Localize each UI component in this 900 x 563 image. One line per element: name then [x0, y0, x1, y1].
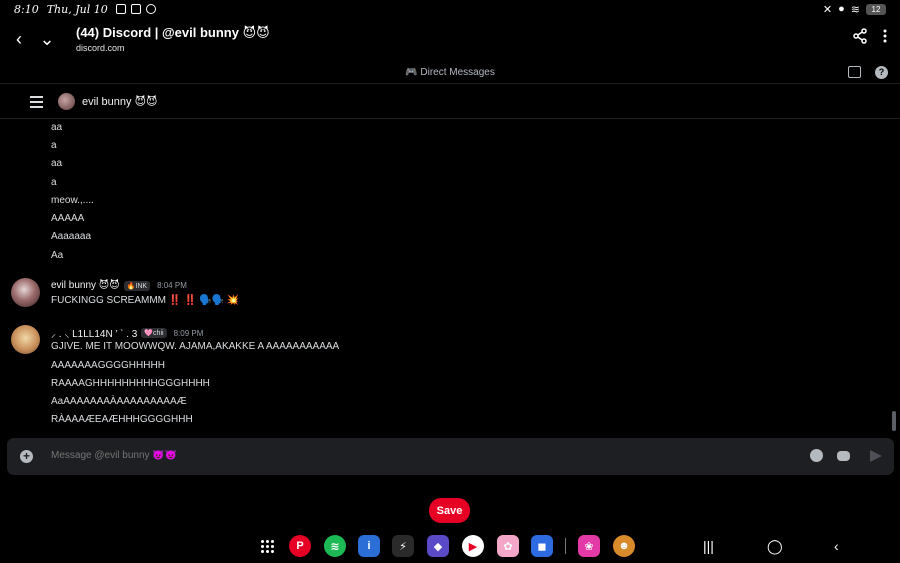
emoji-icon[interactable] [810, 449, 823, 462]
message-composer: + [7, 438, 894, 475]
app-drawer-icon[interactable] [261, 540, 274, 553]
inbox-icon[interactable] [848, 66, 861, 78]
dm-label-wrap[interactable]: 🎮 Direct Messages [0, 67, 900, 78]
status-date: Thu, Jul 10 [46, 2, 108, 16]
more-menu-icon[interactable] [882, 28, 888, 49]
message-line: aa [51, 158, 63, 169]
timestamp: 8:09 PM [173, 328, 204, 338]
username[interactable]: ⸝ . ⸜ L1LL14N ’ ˋ . 3 [51, 326, 137, 340]
avatar[interactable] [11, 325, 40, 354]
app-dock: P ≋ i ⚡ ◆ ▶ ✿ ◼ ❀ ☻ ||| ◯ ‹ [0, 530, 900, 563]
anime-app-icon[interactable]: ✿ [497, 535, 519, 557]
message-line: Aa [51, 250, 64, 261]
record-icon [145, 4, 156, 14]
message-line: AAAAA [51, 213, 85, 224]
message-line: Aaaaaaa [51, 231, 92, 242]
dm-label: Direct Messages [420, 67, 495, 78]
message-input[interactable] [51, 450, 611, 461]
message-text: RÀAAAÆEAÆHHHGGGGHHH [51, 414, 193, 425]
screenshot-icon [115, 4, 126, 14]
gamepad-icon[interactable] [837, 450, 850, 461]
message-text: GJIVE. ME IT MOOWWQW. AJAMA,AKAKKE A AAA… [51, 341, 340, 352]
battery-icon: 12 [866, 3, 886, 15]
header-actions [852, 28, 888, 49]
recent-apps-icon[interactable]: ||| [703, 538, 714, 554]
message-text: AaAAAAAAAÀAAAAAAAAAÆ [51, 396, 187, 407]
back-nav-icon[interactable]: ‹ [834, 538, 839, 554]
ai-app-icon[interactable]: ⚡ [392, 535, 414, 557]
avatar[interactable] [11, 278, 40, 307]
home-icon[interactable]: ◯ [767, 538, 783, 555]
dm-bar-actions: ? [848, 66, 888, 79]
roblox-icon[interactable]: ◼ [531, 535, 553, 557]
message-line: aa [51, 122, 63, 133]
channel-header: evil bunny 😈😈 [0, 85, 900, 119]
send-icon[interactable] [870, 449, 882, 462]
message-text: RAAAAGHHHHHHHHHGGGHHHH [51, 378, 210, 389]
username[interactable]: evil bunny 😈😈 [51, 280, 120, 291]
message-header: ⸝ . ⸜ L1LL14N ’ ˋ . 3 🩷chii 8:09 PM [51, 326, 203, 340]
message-line: a [51, 177, 57, 188]
browser-header: ‹ ⌄ (44) Discord | @evil bunny 😈😈 discor… [0, 18, 900, 62]
dock-separator [565, 538, 566, 554]
share-icon[interactable] [852, 28, 868, 49]
user-tag: 🩷chii [141, 328, 167, 338]
status-right: ✕ ● ≋ 12 [823, 3, 886, 16]
game-app-icon[interactable]: ◆ [427, 535, 449, 557]
scrollbar-thumb[interactable] [892, 411, 896, 431]
user-tag: 🔥INK [123, 280, 151, 291]
wifi-icon: ≋ [850, 3, 860, 16]
monkey-app-icon[interactable]: ☻ [613, 535, 635, 557]
message-header: evil bunny 😈😈 🔥INK 8:04 PM [51, 280, 187, 291]
mute-icon: ✕ [822, 3, 833, 16]
composer-actions [810, 449, 882, 462]
add-attachment-icon[interactable]: + [20, 450, 33, 463]
flower-app-icon[interactable]: ❀ [578, 535, 600, 557]
channel-name[interactable]: evil bunny 😈😈 [82, 95, 158, 108]
page-url[interactable]: discord.com [76, 43, 125, 53]
message-line: meow.,.... [51, 195, 94, 206]
location-icon: ● [838, 3, 845, 15]
help-icon[interactable]: ? [875, 66, 888, 79]
page-title: (44) Discord | @evil bunny 😈😈 [76, 25, 270, 40]
status-bar: 8:10 Thu, Jul 10 ✕ ● ≋ 12 [0, 0, 900, 18]
discord-icon: 🎮 [405, 67, 418, 78]
chevron-down-icon[interactable]: ⌄ [36, 28, 58, 50]
clipboard-icon [130, 4, 141, 14]
message-list: aa a aa a meow.,.... AAAAA Aaaaaaa Aa ev… [0, 119, 900, 433]
message-line: a [51, 140, 57, 151]
back-icon[interactable]: ‹ [8, 28, 30, 50]
save-button[interactable]: Save [429, 498, 470, 523]
spotify-icon[interactable]: ≋ [324, 535, 346, 557]
menu-icon[interactable] [30, 96, 43, 111]
youtube-icon[interactable]: ▶ [462, 535, 484, 557]
pinterest-icon[interactable]: P [289, 535, 311, 557]
status-time: 8:10 [14, 2, 39, 16]
message-text: FUCKINGG SCREAMMM ‼️ ‼️ 🗣️🗣️ 💥 [51, 295, 240, 306]
ibis-paint-icon[interactable]: i [358, 535, 380, 557]
avatar[interactable] [58, 93, 75, 110]
timestamp: 8:04 PM [157, 281, 187, 290]
dm-header-bar: 🎮 Direct Messages ? [0, 62, 900, 84]
message-text: AAAAAAAGGGGHHHHH [51, 360, 165, 371]
